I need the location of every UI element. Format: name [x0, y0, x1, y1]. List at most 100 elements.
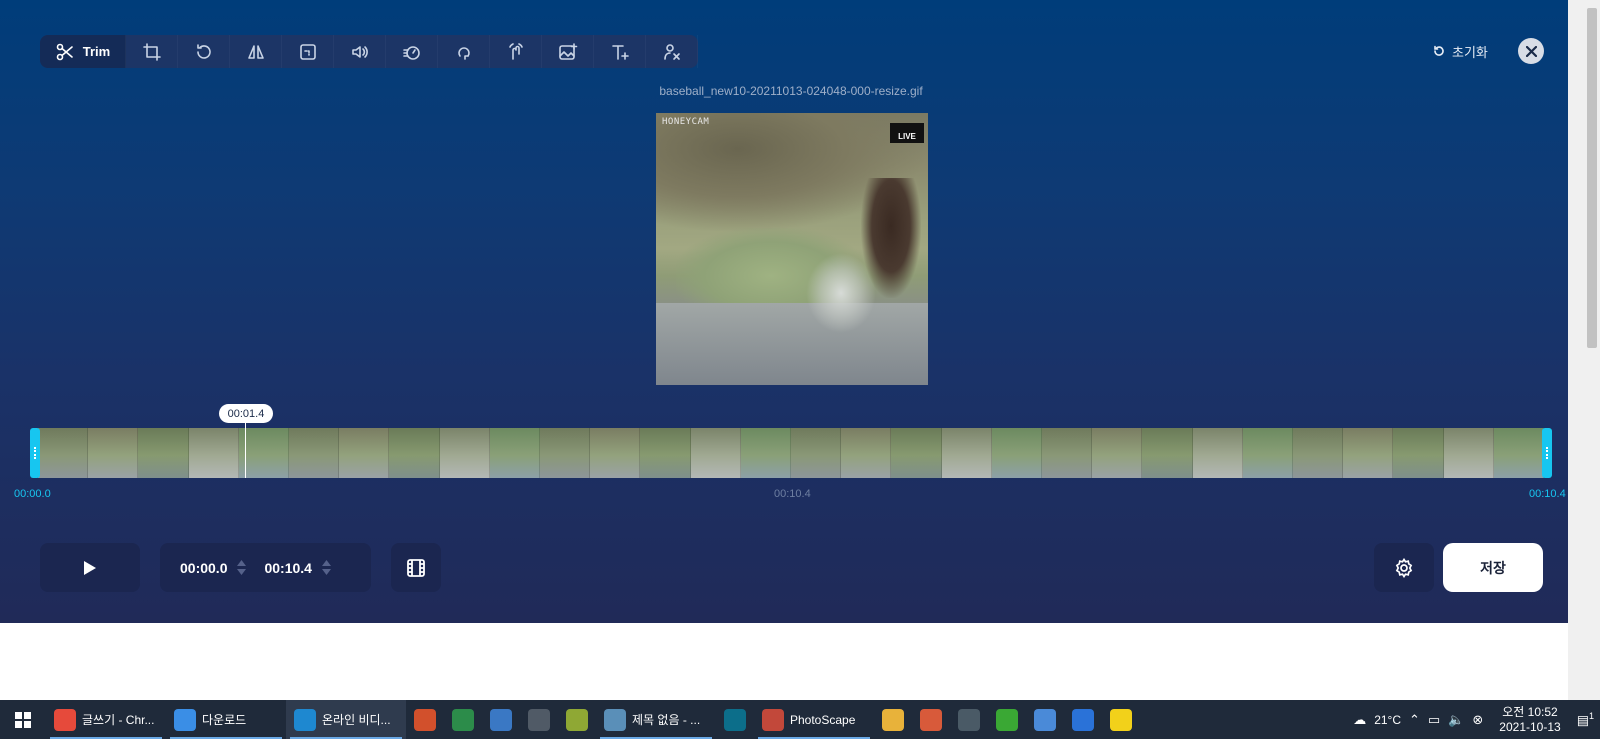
end-time-stepper[interactable]	[321, 560, 331, 575]
notification-count: 1	[1588, 710, 1594, 721]
flip-tool-button[interactable]	[230, 35, 282, 68]
notification-icon[interactable]: ▤1	[1577, 711, 1594, 728]
taskbar-item-edge[interactable]: 온라인 비디...	[286, 700, 406, 739]
taskbar-item-navigator[interactable]	[1064, 700, 1102, 739]
filmstrip-frame	[439, 428, 490, 478]
play-button[interactable]	[40, 543, 140, 592]
scissors-icon	[56, 43, 73, 60]
chevron-down-icon[interactable]	[237, 569, 247, 575]
taskbar-item-image-app[interactable]	[912, 700, 950, 739]
stabilize-tool-button[interactable]	[490, 35, 542, 68]
timeline-filmstrip	[38, 428, 1544, 478]
filmstrip-frame	[289, 428, 340, 478]
filmstrip-frame	[991, 428, 1043, 478]
film-strip-icon	[407, 558, 425, 577]
taskbar-item-label: 제목 없음 - ...	[632, 713, 701, 727]
scrollbar-thumb[interactable]	[1587, 8, 1597, 348]
search-app-icon	[566, 708, 588, 731]
crop-tool-button[interactable]	[126, 35, 178, 68]
filmstrip-frame	[791, 428, 842, 478]
reset-button[interactable]: 초기화	[1432, 42, 1488, 60]
edge-icon	[294, 708, 316, 731]
timeline-end-time: 00:10.4	[1529, 488, 1566, 500]
preview-person	[861, 178, 921, 298]
start-button[interactable]	[0, 700, 46, 739]
resize-icon	[299, 43, 316, 60]
preview-water	[656, 303, 928, 385]
taskbar-item-search-app[interactable]	[558, 700, 596, 739]
trim-start-handle[interactable]	[30, 428, 40, 478]
reset-icon	[1434, 45, 1444, 56]
editor-toolbar: Trim	[40, 35, 698, 68]
filmstrip-frame	[1443, 428, 1494, 478]
palette-icon	[1034, 708, 1056, 731]
playhead[interactable]	[245, 420, 246, 478]
clock[interactable]: 오전 10:52 2021-10-13	[1491, 705, 1568, 735]
resize-tool-button[interactable]	[282, 35, 334, 68]
filmstrip-frame	[540, 428, 591, 478]
taskbar-item-excel[interactable]	[444, 700, 482, 739]
cloud-icon[interactable]: ☁	[1353, 712, 1366, 728]
taskbar-item-palette[interactable]	[1026, 700, 1064, 739]
start-time-stepper[interactable]	[237, 560, 247, 575]
save-button[interactable]: 저장	[1443, 543, 1543, 592]
weather-temperature[interactable]: 21°C	[1374, 713, 1401, 727]
trim-end-handle[interactable]	[1542, 428, 1552, 478]
clock-date: 2021-10-13	[1499, 719, 1561, 734]
taskbar-item-photoscape[interactable]: PhotoScape	[754, 700, 874, 739]
filmstrip-frame	[38, 428, 89, 478]
timeline-track[interactable]	[30, 428, 1552, 478]
audio-tool-button[interactable]	[334, 35, 386, 68]
taskbar-item-paint[interactable]	[874, 700, 912, 739]
notepad-icon	[604, 708, 626, 731]
excel-icon	[452, 708, 474, 731]
chevron-down-icon[interactable]	[321, 569, 331, 575]
chevron-up-icon[interactable]	[237, 560, 247, 566]
add-image-tool-button[interactable]	[542, 35, 594, 68]
chevron-up-icon[interactable]	[321, 560, 331, 566]
filmstrip-frame	[88, 428, 139, 478]
taskbar-item-chrome[interactable]: 글쓰기 - Chr...	[46, 700, 166, 739]
rotate-tool-button[interactable]	[178, 35, 230, 68]
timeline-mid-time: 00:10.4	[774, 488, 811, 500]
settings-button[interactable]	[1374, 543, 1434, 592]
ocr-icon	[958, 708, 980, 731]
taskbar-item-calculator[interactable]	[520, 700, 558, 739]
end-time-input[interactable]: 00:10.4	[264, 560, 311, 576]
taskbar-item-game[interactable]	[988, 700, 1026, 739]
add-text-tool-button[interactable]	[594, 35, 646, 68]
taskbar-item-ocr[interactable]	[950, 700, 988, 739]
volume-icon[interactable]: 🔈	[1448, 712, 1464, 728]
reset-label: 초기화	[1452, 44, 1488, 60]
add-image-icon	[558, 42, 577, 60]
filmstrip-frame	[1192, 428, 1243, 478]
loop-tool-button[interactable]	[438, 35, 490, 68]
frames-view-button[interactable]	[391, 543, 441, 592]
notes-icon	[490, 708, 512, 731]
file-name: baseball_new10-20211013-024048-000-resiz…	[659, 84, 923, 98]
chevron-up-icon[interactable]: ⌃	[1409, 712, 1420, 728]
filmstrip-frame	[339, 428, 390, 478]
photoscape-icon	[762, 708, 784, 731]
taskbar-item-notes[interactable]	[482, 700, 520, 739]
filmstrip-frame	[1293, 428, 1344, 478]
speed-tool-button[interactable]	[386, 35, 438, 68]
taskbar-item-notepad[interactable]: 제목 없음 - ...	[596, 700, 716, 739]
game-icon	[996, 708, 1018, 731]
close-button[interactable]	[1518, 38, 1544, 64]
taskbar-item-label: 온라인 비디...	[322, 713, 391, 727]
network-icon[interactable]: ▭	[1428, 712, 1440, 728]
taskbar-item-download[interactable]: 다운로드	[166, 700, 286, 739]
taskbar-item-powerpoint[interactable]	[406, 700, 444, 739]
close-circle-icon[interactable]: ⊗	[1472, 712, 1483, 728]
remove-watermark-tool-button[interactable]	[646, 35, 698, 68]
filmstrip-frame	[1142, 428, 1193, 478]
taskbar-item-kakaotalk[interactable]	[1102, 700, 1140, 739]
trim-tool-button[interactable]: Trim	[40, 35, 126, 68]
mail-icon	[724, 708, 746, 731]
filmstrip-frame	[941, 428, 992, 478]
crop-icon	[142, 42, 161, 61]
taskbar-item-mail[interactable]	[716, 700, 754, 739]
start-time-input[interactable]: 00:00.0	[180, 560, 227, 576]
video-editor-panel: Trim 초기화 baseball_new10-20211013-024048-…	[0, 0, 1568, 623]
